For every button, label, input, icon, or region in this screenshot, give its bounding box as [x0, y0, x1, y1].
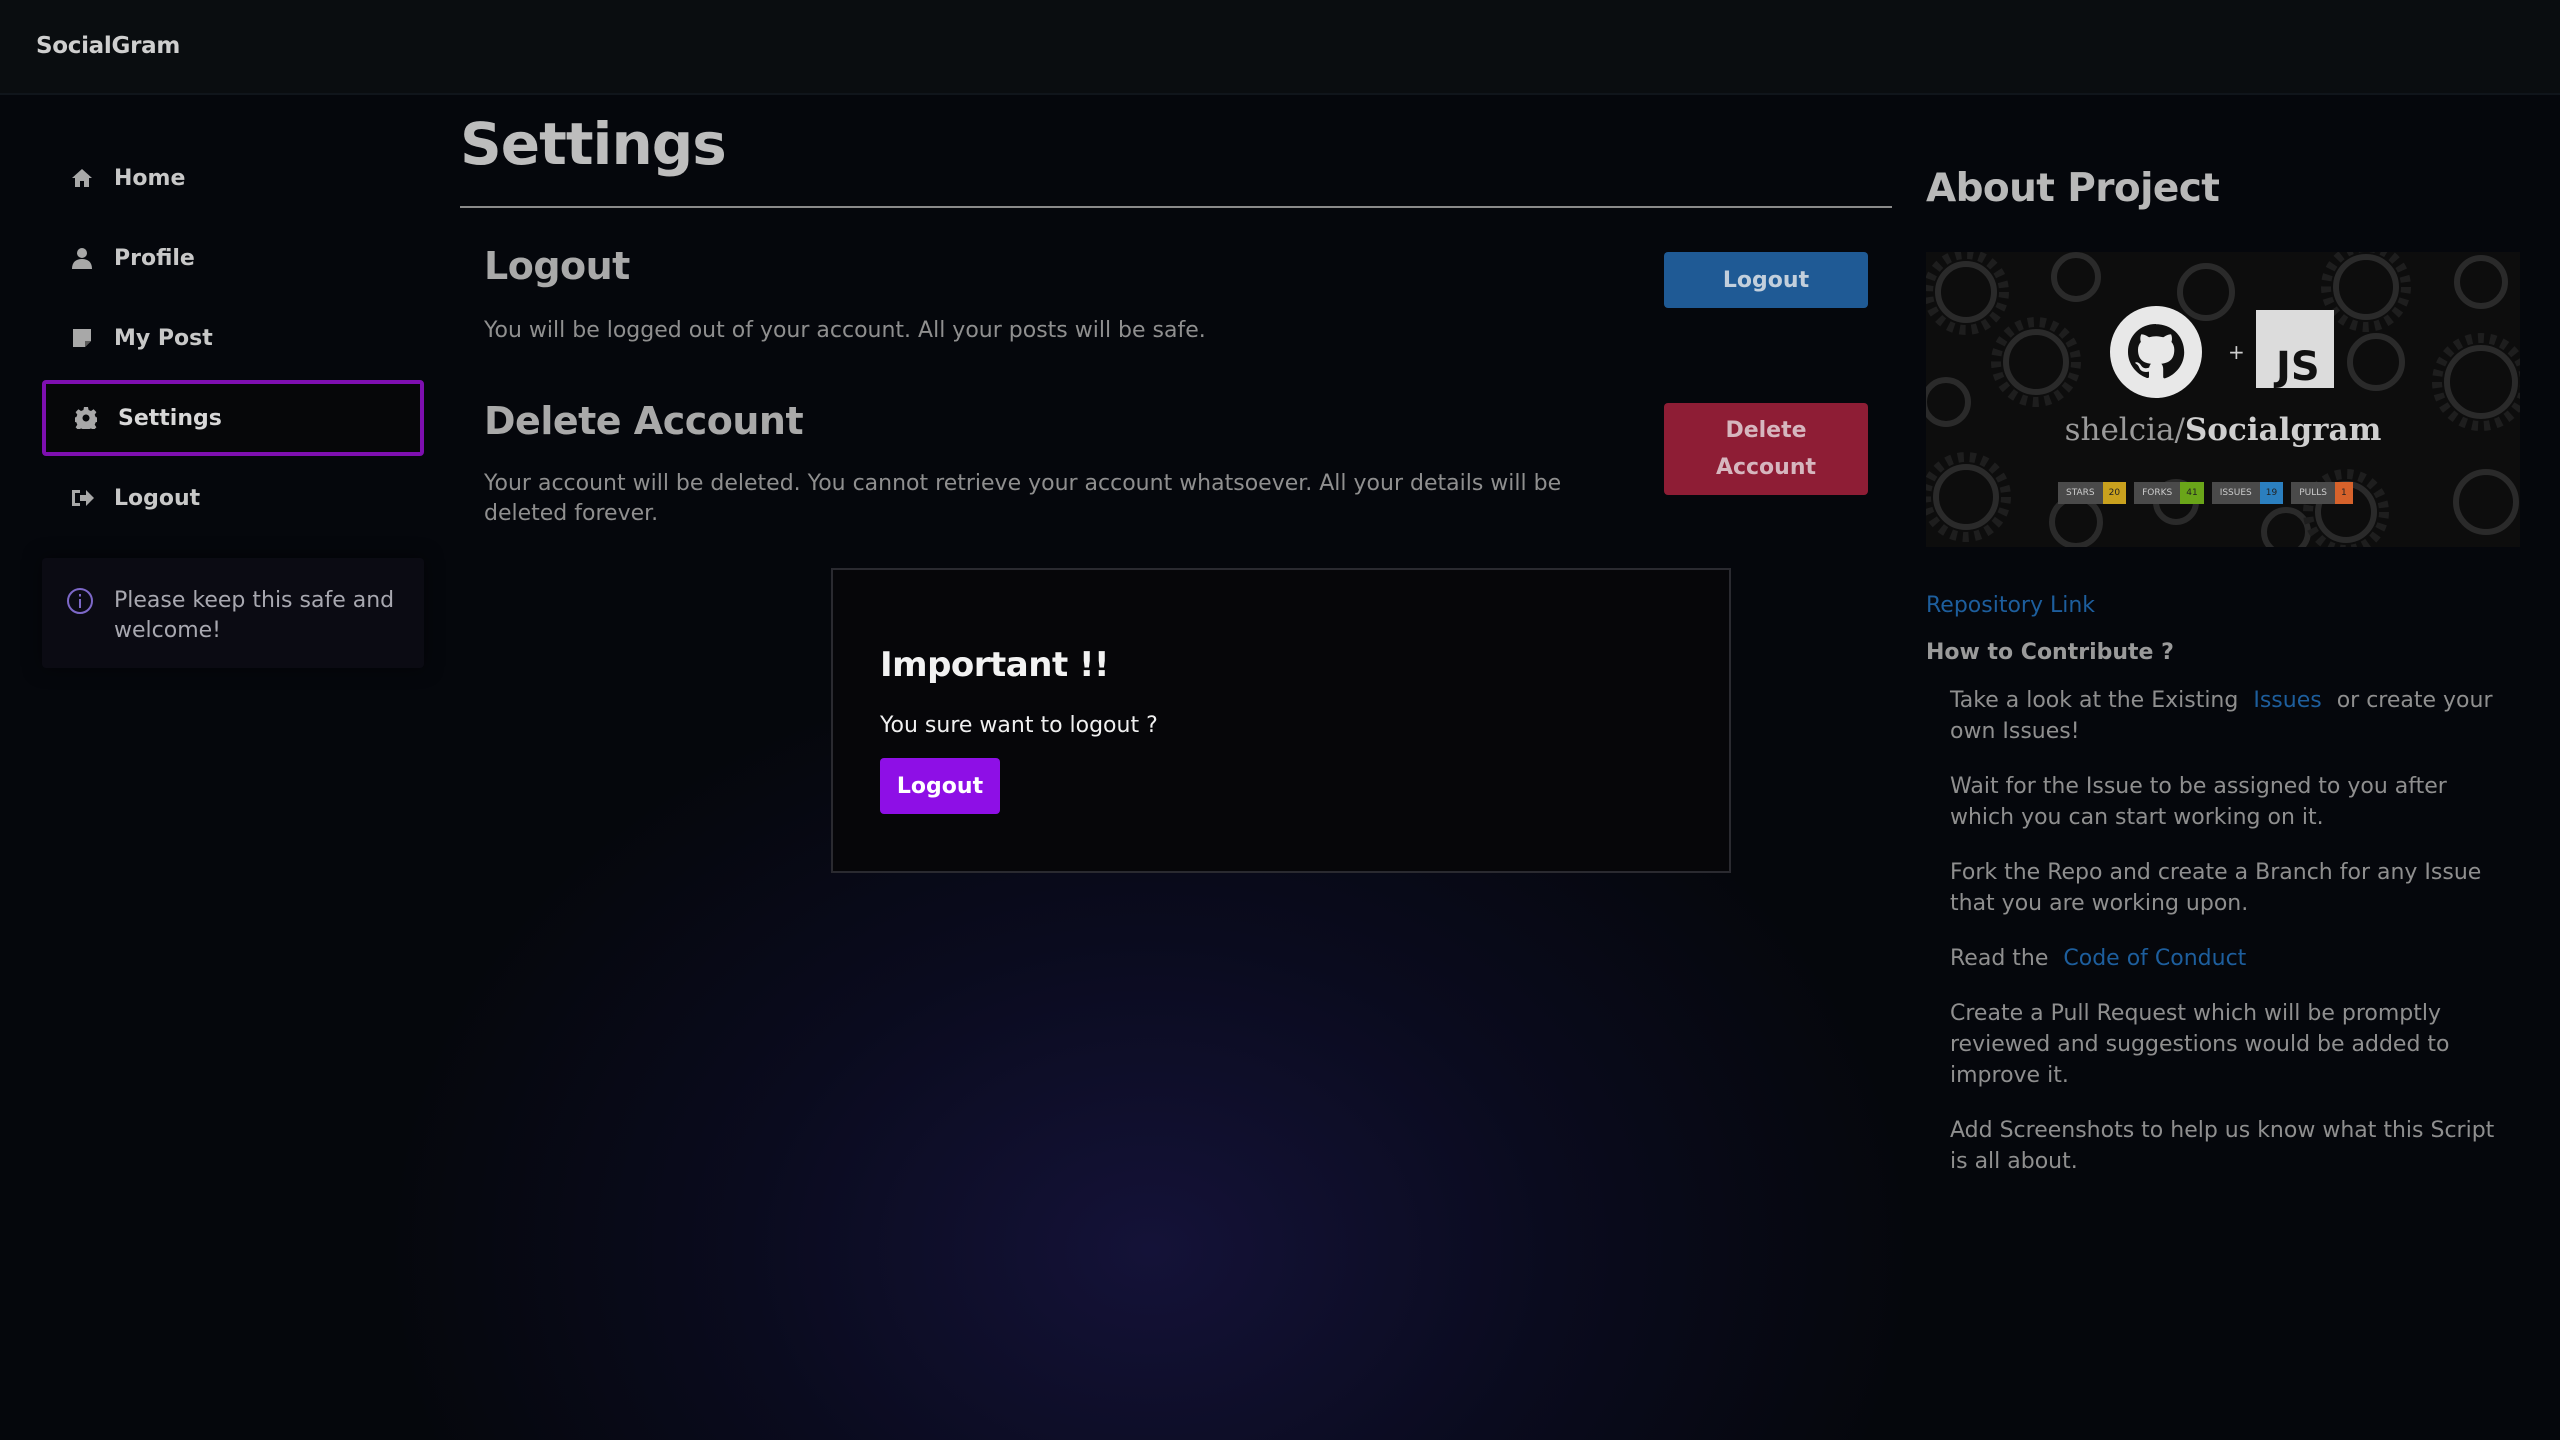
javascript-logo-icon: JS: [2256, 310, 2334, 390]
badge-key: ISSUES: [2211, 482, 2260, 504]
delete-button-label-line2: Account: [1715, 455, 1817, 480]
sidebar-item-label: Logout: [114, 485, 201, 511]
post-icon: [70, 326, 94, 350]
badge-issues: ISSUES 19: [2211, 482, 2284, 504]
badge-key: PULLS: [2291, 482, 2335, 504]
sidebar-item-profile[interactable]: Profile: [42, 220, 424, 296]
info-text: Please keep this safe and welcome!: [114, 588, 395, 643]
repository-link[interactable]: Repository Link: [1926, 593, 2520, 618]
badge-value: 19: [2259, 482, 2284, 504]
badge-value: 20: [2102, 482, 2127, 504]
step-text: Read the: [1950, 946, 2049, 971]
logout-confirm-dialog: Important !! You sure want to logout ? L…: [831, 568, 1731, 873]
info-icon: [66, 587, 94, 624]
page-title: Settings: [460, 110, 1892, 208]
logout-description: You will be logged out of your account. …: [484, 318, 1206, 343]
sidebar-item-label: Settings: [118, 405, 222, 431]
logout-icon: [70, 486, 94, 510]
list-item: Create a Pull Request which will be prom…: [1950, 1001, 2450, 1088]
plus-sign: +: [2228, 340, 2245, 364]
contribute-heading: How to Contribute ?: [1926, 640, 2174, 665]
delete-account-section: Delete Account Your account will be dele…: [460, 399, 1892, 529]
home-icon: [70, 166, 94, 190]
badge-forks: FORKS 41: [2134, 482, 2204, 504]
about-title: About Project: [1926, 166, 2220, 211]
logout-section: Logout You will be logged out of your ac…: [460, 244, 1892, 399]
sidebar-item-label: Home: [114, 165, 186, 191]
gear-icon: [74, 406, 98, 430]
badge-key: STARS: [2058, 482, 2103, 504]
delete-button-label-line1: Delete: [1725, 418, 1807, 443]
repo-badges: STARS 20 FORKS 41 ISSUES 19 PULLS 1: [2058, 482, 2353, 504]
badge-stars: STARS 20: [2058, 482, 2127, 504]
contribute-steps: Take a look at the Existing Issues or cr…: [1926, 685, 2520, 1177]
badge-key: FORKS: [2134, 482, 2181, 504]
list-item: Read the Code of Conduct: [1950, 943, 2510, 974]
delete-account-description: Your account will be deleted. You cannot…: [484, 471, 1562, 526]
step-text: Take a look at the Existing: [1950, 688, 2239, 713]
dialog-title: Important !!: [880, 645, 1110, 685]
badge-pulls: PULLS 1: [2291, 482, 2353, 504]
sidebar-item-label: My Post: [114, 325, 213, 351]
sidebar-item-my-post[interactable]: My Post: [42, 300, 424, 376]
code-of-conduct-link[interactable]: Code of Conduct: [2055, 946, 2254, 971]
badge-value: 1: [2334, 482, 2353, 504]
logout-button[interactable]: Logout: [1664, 252, 1868, 308]
js-logo-text: JS: [2273, 344, 2320, 390]
settings-main: Settings Logout You will be logged out o…: [460, 110, 1892, 529]
list-item: Take a look at the Existing Issues or cr…: [1950, 685, 2510, 747]
about-project-panel: About Project + JS shelcia/Socialgram ST…: [1926, 166, 2520, 1201]
github-logo-icon: [2110, 306, 2202, 398]
top-navbar: SocialGram: [0, 0, 2560, 95]
banner-repo-owner: shelcia/: [2064, 412, 2185, 448]
sidebar-item-label: Profile: [114, 245, 195, 271]
delete-account-button[interactable]: Delete Account: [1664, 403, 1868, 495]
user-icon: [70, 246, 94, 270]
project-banner: + JS shelcia/Socialgram STARS 20 FORKS 4…: [1926, 252, 2520, 547]
confirm-logout-button[interactable]: Logout: [880, 758, 1000, 814]
list-item: Wait for the Issue to be assigned to you…: [1950, 774, 2447, 830]
dialog-message: You sure want to logout ?: [880, 713, 1158, 738]
brand-logo[interactable]: SocialGram: [36, 33, 180, 59]
sidebar-item-home[interactable]: Home: [42, 140, 424, 216]
badge-value: 41: [2180, 482, 2204, 504]
banner-repo-name: shelcia/Socialgram: [1926, 412, 2520, 448]
info-notice: Please keep this safe and welcome!: [42, 558, 424, 668]
banner-repo-title: Socialgram: [2184, 412, 2382, 448]
sidebar: Home Profile My Post Settings Logout Ple…: [42, 140, 424, 668]
sidebar-item-settings[interactable]: Settings: [42, 380, 424, 456]
sidebar-item-logout[interactable]: Logout: [42, 460, 424, 536]
issues-link[interactable]: Issues: [2245, 688, 2329, 713]
list-item: Add Screenshots to help us know what thi…: [1950, 1118, 2495, 1174]
list-item: Fork the Repo and create a Branch for an…: [1950, 860, 2482, 916]
